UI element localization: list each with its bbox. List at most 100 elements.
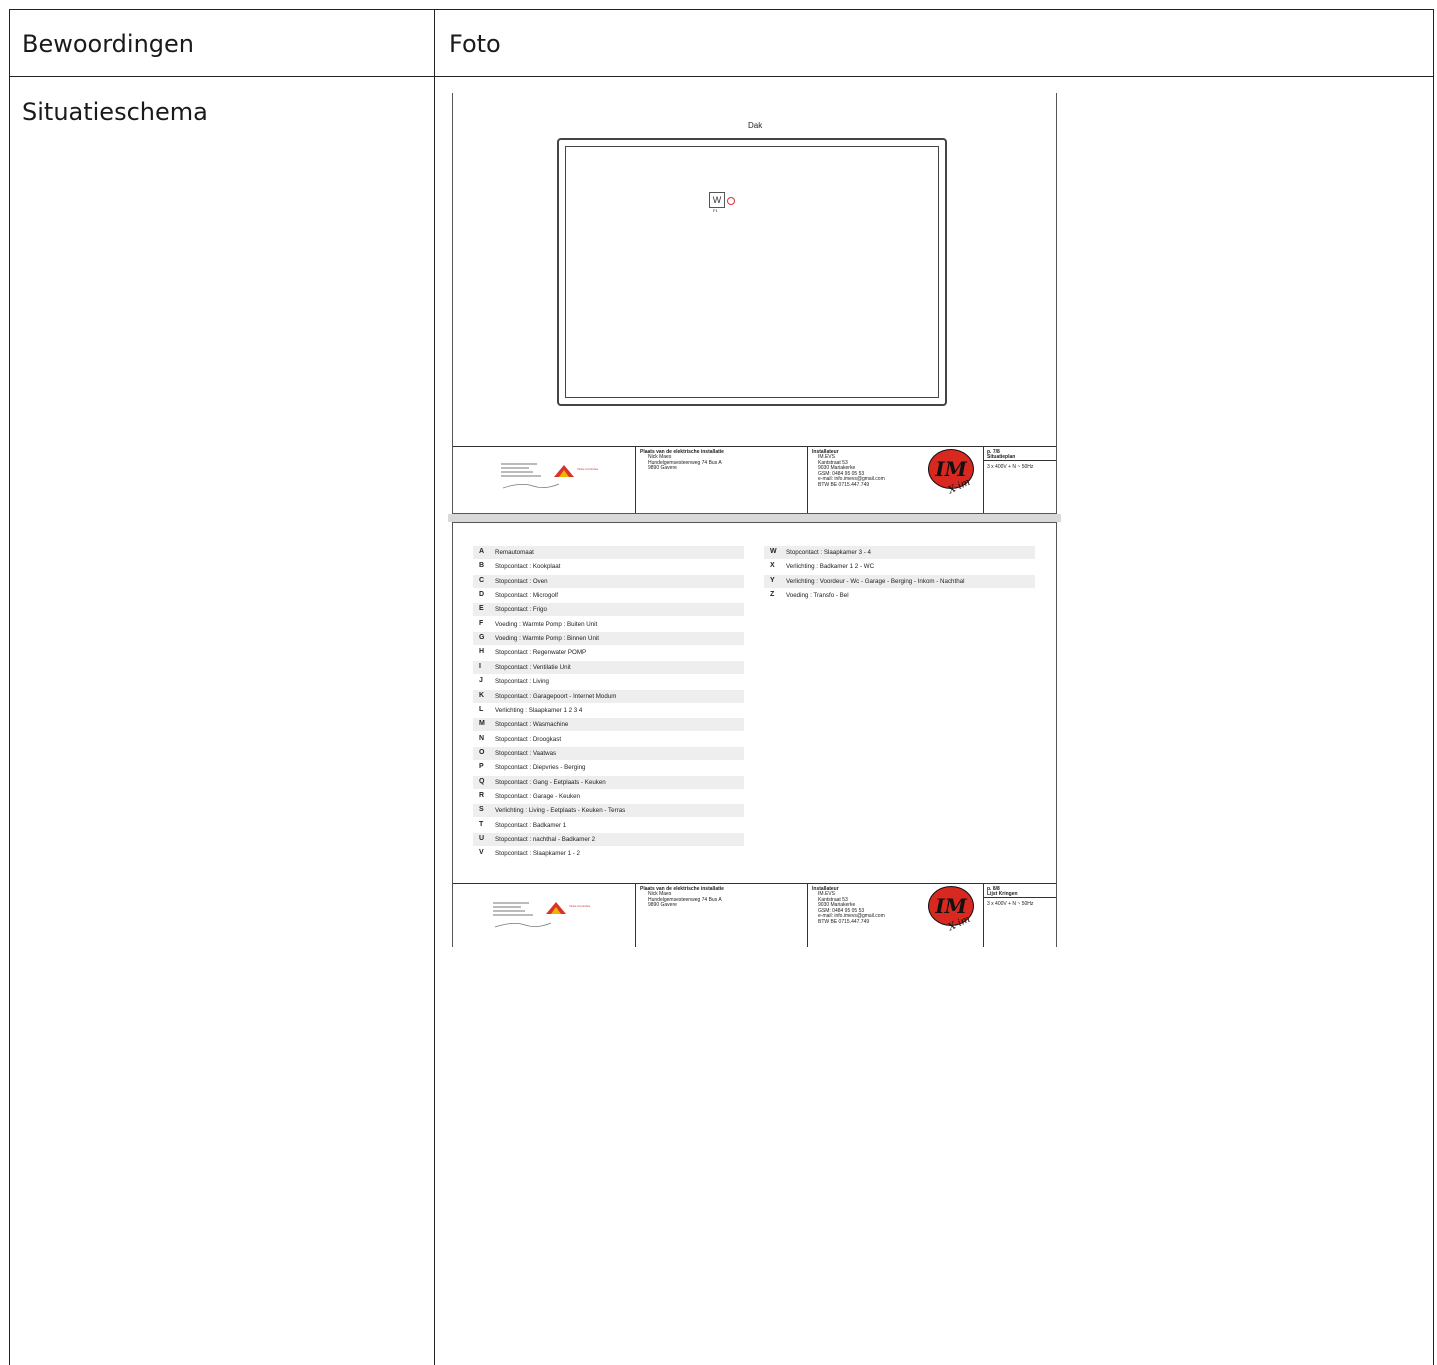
installer-line: BTW BE 0715.447.749: [818, 918, 870, 925]
legend-key: T: [479, 820, 484, 828]
legend-row: B Stopcontact : Kookplaat: [473, 560, 744, 574]
legend-key: P: [479, 763, 484, 771]
row-label-situatieschema: Situatieschema: [22, 98, 208, 126]
legend-key: S: [479, 806, 484, 814]
legend-row: Q Stopcontact : Gang - Eetplaats - Keuken: [473, 775, 744, 789]
heat-pump-symbol: W: [709, 192, 725, 208]
photo-page-lijst-kringen: A Remautomaat B Stopcontact : Kookplaat C Sto…: [452, 522, 1057, 947]
legend-key: O: [479, 748, 485, 756]
header-bewoordingen: Bewoordingen: [22, 30, 194, 58]
legend-key: J: [479, 677, 483, 685]
legend-value: Stopcontact : Ventilatie Unit: [495, 663, 571, 671]
legend-row: Y Verlichting : Voordeur - Wc - Garage - …: [764, 574, 1035, 588]
supply-spec: 3 x 400V + N ~ 50Hz: [987, 901, 1034, 907]
legend-key: N: [479, 734, 485, 742]
legend-value: Voeding : Warmte Pomp : Buiten Unit: [495, 620, 598, 628]
cartouche-page-box: p. 8/8 Lijst Kringen 3 x 400V + N ~ 50Hz: [983, 884, 1056, 947]
legend-value: Stopcontact : Slaapkamer 1 - 2: [495, 850, 580, 858]
cartouche-page-box: p. 7/8 Situatieplan 3 x 400V + N ~ 50Hz: [983, 447, 1056, 513]
legend-key: R: [479, 791, 485, 799]
legend-key: C: [479, 576, 485, 584]
legend-row: K Stopcontact : Garagepoort - Internet Mo…: [473, 689, 744, 703]
floorplan-room-inner: [565, 146, 939, 398]
legend-key: M: [479, 720, 485, 728]
legend-row: F Voeding : Warmte Pomp : Buiten Unit: [473, 617, 744, 631]
installer-lines: IM.EVS Kantstraat 53 9030 Mariakerke GSM…: [818, 454, 885, 488]
legend-key: Q: [479, 777, 485, 785]
legend-row: E Stopcontact : Frigo: [473, 603, 744, 617]
legend-value: Stopcontact : Diepvries - Berging: [495, 764, 586, 772]
legend-key: D: [479, 591, 485, 599]
legend-row: P Stopcontact : Diepvries - Berging: [473, 761, 744, 775]
legend-value: Verlichting : Voordeur - Wc - Garage - B…: [786, 577, 965, 585]
legend-key: W: [770, 548, 777, 555]
legend-value: Verlichting : Badkamer 1 2 - WC: [786, 563, 875, 571]
legend-value: Stopcontact : Badkamer 1: [495, 821, 567, 829]
legend-row: L Verlichting : Slaapkamer 1 2 3 4: [473, 703, 744, 717]
legend-row: H Stopcontact : Regenwater POMP: [473, 646, 744, 660]
roof-label: Dak: [748, 121, 763, 130]
legend-value: Stopcontact : Oven: [495, 577, 548, 585]
legend-value: Voeding : Transfo - Bel: [786, 592, 849, 600]
legend-key: E: [479, 605, 484, 613]
legend-value: Stopcontact : Microgolf: [495, 592, 558, 600]
legend-row: T Stopcontact : Badkamer 1: [473, 818, 744, 832]
legend-value: Stopcontact : Garagepoort - Internet Mod…: [495, 692, 617, 700]
place-line: 9890 Gavere: [648, 902, 677, 908]
cartouche-page7: Vinke Controles Plaats van de elektrisch…: [453, 446, 1056, 513]
legend-key: H: [479, 648, 485, 656]
legend-key: I: [479, 662, 481, 670]
column-divider: [434, 10, 435, 1365]
legend-key: L: [479, 705, 484, 713]
legend-row: M Stopcontact : Wasmachine: [473, 718, 744, 732]
legend-key: V: [479, 849, 484, 857]
legend-value: Stopcontact : Kookplaat: [495, 563, 561, 571]
legend-value: Stopcontact : Living: [495, 678, 550, 686]
legend-value: Stopcontact : Regenwater POMP: [495, 649, 587, 657]
legend-value: Voeding : Warmte Pomp : Binnen Unit: [495, 635, 599, 643]
legend-row: U Stopcontact : nachthal - Badkamer 2: [473, 833, 744, 846]
legend-value: Verlichting : Slaapkamer 1 2 3 4: [495, 706, 583, 714]
legend-row: V Stopcontact : Slaapkamer 1 - 2: [473, 847, 744, 861]
inspection-logo: [545, 900, 567, 919]
legend-row: R Stopcontact : Garage - Keuken: [473, 789, 744, 803]
legend-row: W Stopcontact : Slaapkamer 3 - 4: [764, 546, 1035, 559]
legend-key: G: [479, 634, 485, 642]
legend-row: A Remautomaat: [473, 546, 744, 559]
legend-value: Stopcontact : Gang - Eetplaats - Keuken: [495, 778, 606, 786]
legend-row: Z Voeding : Transfo - Bel: [764, 589, 1035, 603]
legend-key: U: [479, 835, 485, 842]
legend-key: A: [479, 548, 485, 555]
legend-value: Stopcontact : Slaapkamer 3 - 4: [786, 549, 871, 556]
cartouche-installer-box: Installateur IM.EVS Kantstraat 53 9030 M…: [807, 447, 984, 513]
cartouche-place-box: Plaats van de elektrische installatie Ni…: [635, 884, 808, 947]
supply-spec: 3 x 400V + N ~ 50Hz: [987, 464, 1034, 470]
approval-stamp: [493, 900, 553, 930]
legend-row: O Stopcontact : Vaatwas: [473, 746, 744, 760]
legend-row: G Voeding : Warmte Pomp : Binnen Unit: [473, 632, 744, 646]
legend-row: S Verlichting : Living - Eetplaats - Keuk…: [473, 804, 744, 818]
legend-value: Verlichting : Living - Eetplaats - Keuke…: [495, 807, 626, 815]
legend-key: X: [770, 562, 775, 570]
socket-symbol: [727, 197, 735, 205]
legend-key: B: [479, 562, 485, 570]
legend-value: Remautomaat: [495, 549, 534, 556]
inspection-logo: [553, 463, 575, 482]
legend-value: Stopcontact : Garage - Keuken: [495, 792, 580, 800]
legend-row: I Stopcontact : Ventilatie Unit: [473, 660, 744, 674]
legend-key: Y: [770, 576, 775, 584]
legend-row: D Stopcontact : Microgolf: [473, 589, 744, 603]
page-separator: [448, 514, 1061, 522]
legend-value: Stopcontact : Droogkast: [495, 735, 562, 743]
legend-key: Z: [770, 591, 775, 599]
legend-row: J Stopcontact : Living: [473, 675, 744, 689]
legend-row: C Stopcontact : Oven: [473, 574, 744, 588]
approval-stamp: [501, 461, 561, 491]
place-line: 9890 Gavere: [648, 465, 677, 471]
place-lines: Nick Maes Hundelgemsesteenweg 74 Bus A 9…: [648, 891, 722, 909]
inspection-logo-text: Vinke Controles: [577, 467, 599, 471]
legend-value: Stopcontact : Frigo: [495, 606, 547, 614]
legend-key: K: [479, 691, 485, 699]
place-lines: Nick Maes Hundelgemsesteenweg 74 Bus A 9…: [648, 454, 722, 472]
cartouche-place-box: Plaats van de elektrische installatie Ni…: [635, 447, 808, 513]
